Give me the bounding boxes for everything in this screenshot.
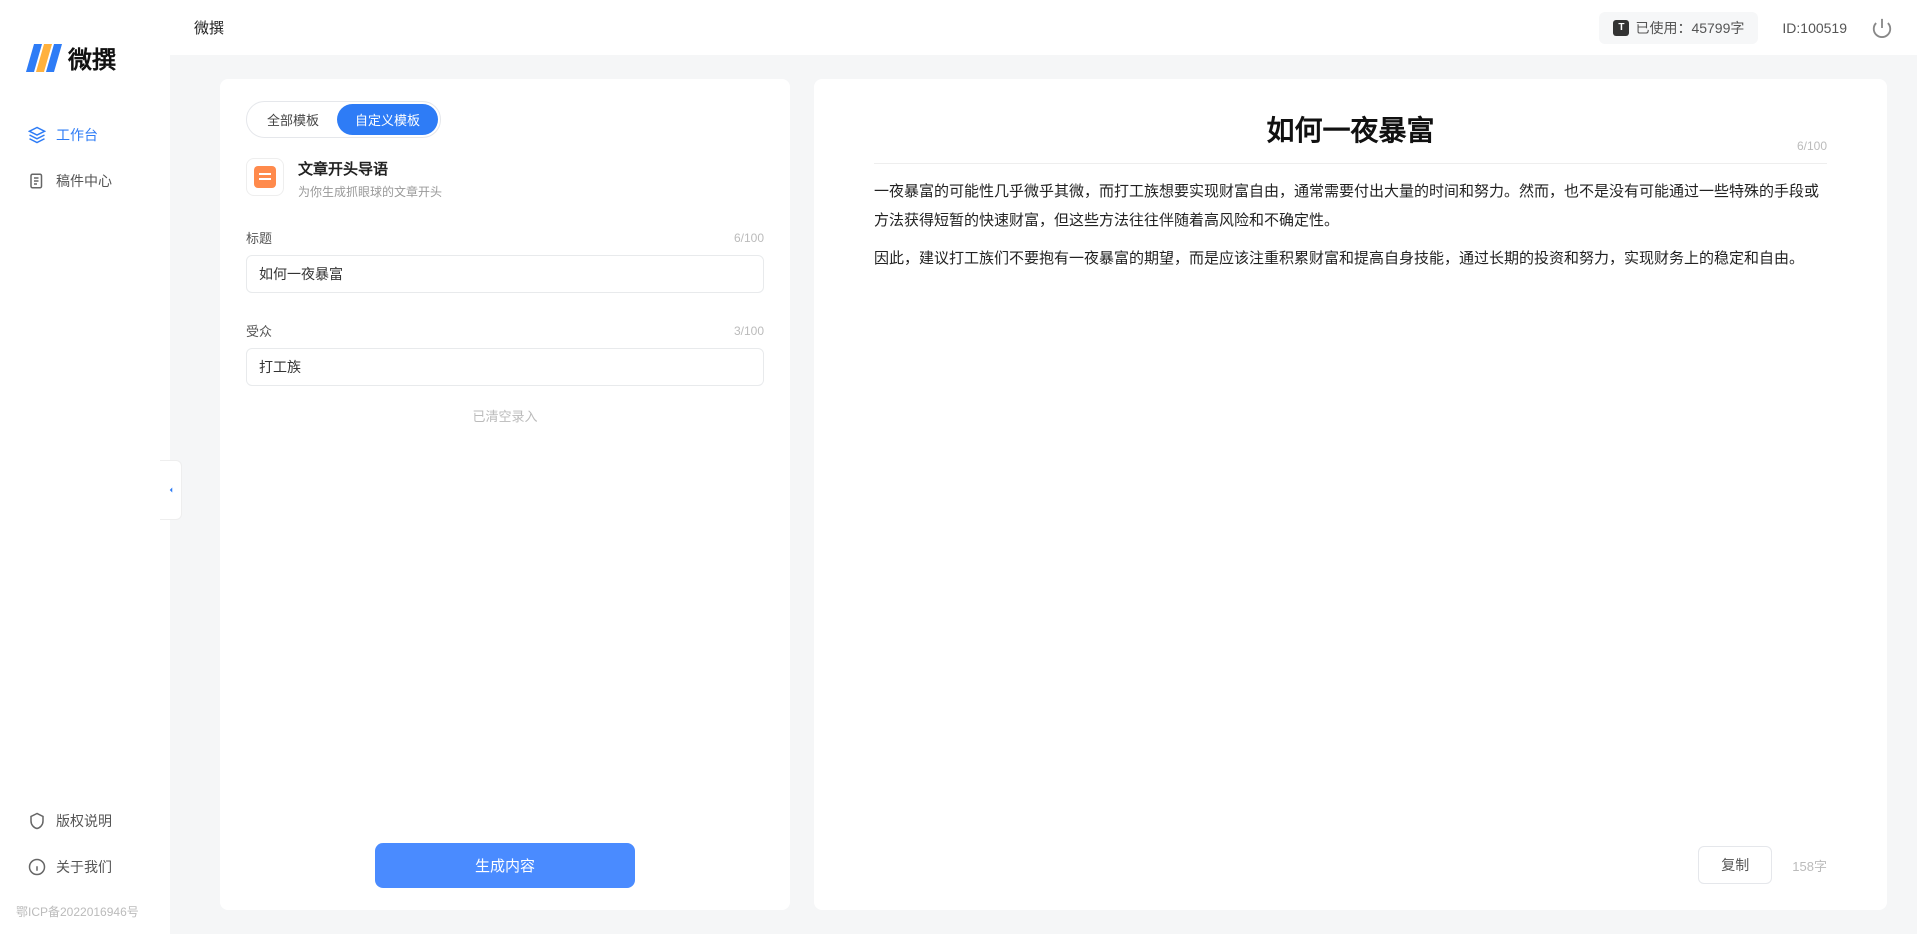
field-audience-block: 受众 3/100 [246, 321, 764, 386]
sidebar: 微撰 工作台 稿件中心 版权说明 关于我们 鄂IC [0, 0, 170, 934]
generate-button[interactable]: 生成内容 [375, 843, 635, 888]
doc-icon [28, 172, 46, 190]
topbar: 微撰 T 已使用：45799字 ID:100519 [170, 0, 1917, 55]
info-icon [28, 858, 46, 876]
output-char-count: 158字 [1792, 856, 1827, 875]
sidebar-bottom: 版权说明 关于我们 [0, 801, 170, 903]
main: 全部模板 自定义模板 文章开头导语 为你生成抓眼球的文章开头 标题 6/100 … [170, 55, 1917, 934]
text-count-icon: T [1613, 20, 1629, 36]
field-title-count: 6/100 [734, 231, 764, 245]
template-doc-icon [246, 158, 284, 196]
sidebar-item-label: 关于我们 [56, 857, 112, 877]
tab-custom-template[interactable]: 自定义模板 [337, 104, 438, 135]
logo: 微撰 [0, 0, 170, 115]
output-paragraph: 因此，建议打工族们不要抱有一夜暴富的期望，而是应该注重积累财富和提高自身技能，通… [874, 245, 1827, 274]
shield-icon [28, 812, 46, 830]
logo-text: 微撰 [68, 40, 116, 75]
tab-all-templates[interactable]: 全部模板 [249, 104, 337, 135]
field-audience-count: 3/100 [734, 324, 764, 338]
output-title: 如何一夜暴富 [1266, 109, 1434, 149]
title-input[interactable] [246, 255, 764, 293]
power-button[interactable] [1871, 17, 1893, 39]
page-title: 微撰 [194, 17, 224, 38]
collapse-sidebar-button[interactable] [160, 460, 182, 520]
template-title: 文章开头导语 [298, 158, 442, 179]
output-paragraph: 一夜暴富的可能性几乎微乎其微，而打工族想要实现财富自由，通常需要付出大量的时间和… [874, 178, 1827, 235]
sidebar-item-drafts[interactable]: 稿件中心 [12, 161, 158, 201]
clear-input-link[interactable]: 已清空录入 [246, 406, 764, 425]
output-title-count: 6/100 [1797, 139, 1827, 153]
copy-button[interactable]: 复制 [1698, 846, 1772, 884]
topbar-right: T 已使用：45799字 ID:100519 [1599, 12, 1893, 44]
usage-badge[interactable]: T 已使用：45799字 [1599, 12, 1758, 44]
template-desc: 为你生成抓眼球的文章开头 [298, 183, 442, 200]
sidebar-item-workbench[interactable]: 工作台 [12, 115, 158, 155]
sidebar-item-label: 稿件中心 [56, 171, 112, 191]
output-body: 一夜暴富的可能性几乎微乎其微，而打工族想要实现财富自由，通常需要付出大量的时间和… [874, 178, 1827, 284]
sidebar-item-label: 工作台 [56, 125, 98, 145]
nav-main: 工作台 稿件中心 [0, 115, 170, 207]
sidebar-item-about[interactable]: 关于我们 [12, 847, 158, 887]
user-id: ID:100519 [1782, 20, 1847, 36]
logo-mark-icon [30, 44, 58, 72]
icp-text: 鄂ICP备2022016946号 [0, 903, 170, 934]
usage-label: 已使用：45799字 [1635, 18, 1744, 38]
sidebar-item-label: 版权说明 [56, 811, 112, 831]
audience-input[interactable] [246, 348, 764, 386]
cube-icon [28, 126, 46, 144]
sidebar-item-copyright[interactable]: 版权说明 [12, 801, 158, 841]
field-title-block: 标题 6/100 [246, 228, 764, 293]
panel-form: 全部模板 自定义模板 文章开头导语 为你生成抓眼球的文章开头 标题 6/100 … [220, 79, 790, 910]
output-title-row: 如何一夜暴富 6/100 [874, 109, 1827, 164]
template-header: 文章开头导语 为你生成抓眼球的文章开头 [246, 158, 764, 200]
output-footer: 复制 158字 [1698, 846, 1827, 884]
panel-output: 如何一夜暴富 6/100 一夜暴富的可能性几乎微乎其微，而打工族想要实现财富自由… [814, 79, 1887, 910]
field-audience-label: 受众 [246, 321, 272, 340]
field-title-label: 标题 [246, 228, 272, 247]
template-tabs: 全部模板 自定义模板 [246, 101, 441, 138]
